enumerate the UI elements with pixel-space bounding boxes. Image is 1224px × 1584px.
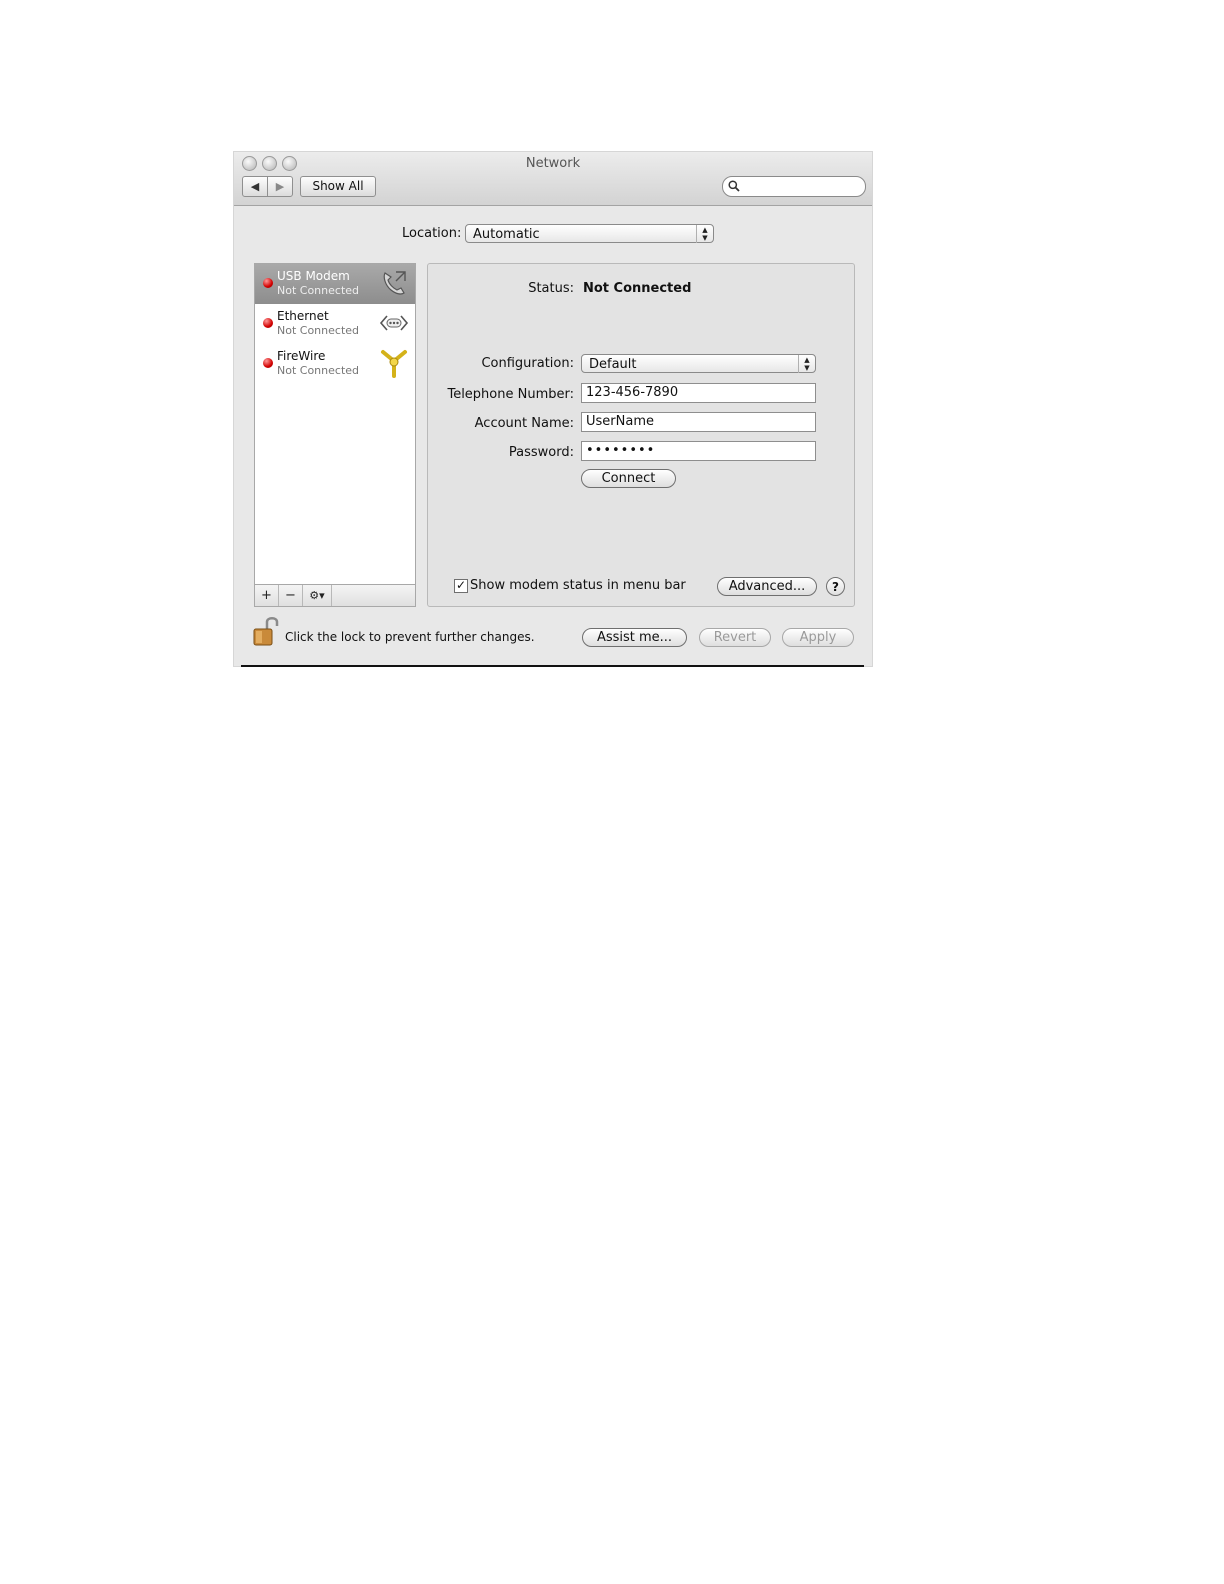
title-bar: Network ◀ ▶ Show All xyxy=(234,152,872,206)
service-item-usb-modem[interactable]: USB Modem Not Connected xyxy=(255,264,415,304)
show-status-checkbox[interactable]: ✓ xyxy=(454,579,468,593)
account-name-field[interactable]: UserName xyxy=(581,412,816,432)
service-list-toolbar: + − ⚙▾ xyxy=(255,584,415,606)
telephone-field[interactable]: 123-456-7890 xyxy=(581,383,816,403)
service-status: Not Connected xyxy=(277,284,360,297)
configuration-popup[interactable]: Default ▲ ▼ xyxy=(581,354,816,373)
location-value: Automatic xyxy=(473,227,540,242)
popup-arrows-icon: ▲ ▼ xyxy=(696,225,713,243)
firewire-icon xyxy=(381,350,407,378)
service-item-ethernet[interactable]: Ethernet Not Connected xyxy=(255,304,415,344)
configuration-label: Configuration: xyxy=(481,356,574,371)
status-dot-icon xyxy=(263,278,273,288)
location-popup[interactable]: Automatic ▲ ▼ xyxy=(465,224,714,243)
service-list: USB Modem Not Connected Ethernet Not Con… xyxy=(254,263,416,607)
help-button[interactable]: ? xyxy=(826,577,845,596)
status-dot-icon xyxy=(263,358,273,368)
ethernet-icon xyxy=(379,315,409,331)
unlocked-padlock-icon[interactable] xyxy=(252,616,280,648)
window-title: Network xyxy=(525,156,581,171)
add-service-button[interactable]: + xyxy=(255,585,279,606)
popup-arrows-icon: ▲ ▼ xyxy=(798,355,815,373)
service-name: FireWire xyxy=(277,349,326,363)
search-field[interactable] xyxy=(722,176,866,197)
password-label: Password: xyxy=(508,445,574,460)
search-input[interactable] xyxy=(745,178,861,196)
account-label: Account Name: xyxy=(474,416,574,431)
back-button[interactable]: ◀ xyxy=(242,176,268,197)
service-detail-pane: Status: Not Connected Configuration: Def… xyxy=(427,263,855,607)
status-dot-icon xyxy=(263,318,273,328)
search-icon xyxy=(728,180,740,192)
assist-me-button[interactable]: Assist me... xyxy=(582,628,687,647)
configuration-value: Default xyxy=(589,357,637,372)
service-status: Not Connected xyxy=(277,364,360,377)
password-field[interactable]: •••••••• xyxy=(581,441,816,461)
service-status: Not Connected xyxy=(277,324,360,337)
remove-service-button[interactable]: − xyxy=(279,585,303,606)
service-item-firewire[interactable]: FireWire Not Connected xyxy=(255,344,415,384)
service-name: Ethernet xyxy=(277,309,329,323)
lock-hint-text: Click the lock to prevent further change… xyxy=(285,630,535,644)
show-status-label: Show modem status in menu bar xyxy=(470,578,686,593)
apply-button[interactable]: Apply xyxy=(782,628,854,647)
telephone-label: Telephone Number: xyxy=(447,387,574,402)
phone-modem-icon xyxy=(383,271,406,295)
show-all-button[interactable]: Show All xyxy=(300,176,376,197)
service-name: USB Modem xyxy=(277,269,350,283)
action-menu-button[interactable]: ⚙▾ xyxy=(303,585,332,606)
network-preferences-window: Network ◀ ▶ Show All Location: Automatic… xyxy=(234,152,872,666)
advanced-button[interactable]: Advanced... xyxy=(717,577,817,596)
revert-button[interactable]: Revert xyxy=(699,628,771,647)
location-label: Location: xyxy=(402,226,462,241)
window-bottom-border xyxy=(241,665,864,667)
connect-button[interactable]: Connect xyxy=(581,469,676,488)
status-value: Not Connected xyxy=(583,281,692,296)
status-label: Status: xyxy=(528,281,574,296)
forward-button[interactable]: ▶ xyxy=(267,176,293,197)
